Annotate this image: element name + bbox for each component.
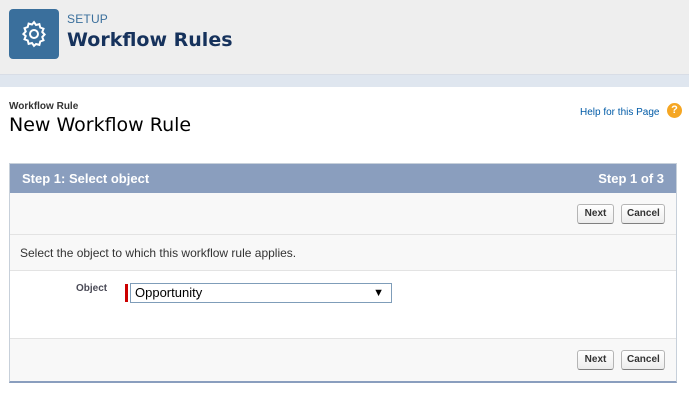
- chevron-down-icon[interactable]: ▼: [373, 284, 384, 302]
- page-type-label: Workflow Rule: [9, 101, 79, 112]
- top-button-row: Next Cancel: [10, 193, 676, 235]
- bottom-button-row: Next Cancel: [10, 339, 676, 382]
- header-band: [0, 75, 689, 87]
- setup-section-label: SETUP: [67, 12, 109, 26]
- step-description: Select the object to which this workflow…: [20, 246, 297, 260]
- page-header-title: Workflow Rules: [67, 29, 233, 51]
- help-icon[interactable]: ?: [667, 103, 682, 118]
- step-panel: Step 1: Select object Step 1 of 3 Next C…: [9, 163, 677, 383]
- step-description-row: Select the object to which this workflow…: [10, 235, 676, 271]
- step-header: Step 1: Select object Step 1 of 3: [10, 164, 676, 193]
- step-title: Step 1: Select object: [22, 171, 150, 186]
- step-progress: Step 1 of 3: [598, 171, 664, 186]
- gear-icon: [9, 9, 59, 59]
- help-link[interactable]: Help for this Page: [580, 107, 660, 118]
- object-select-value: Opportunity: [135, 285, 203, 300]
- object-select[interactable]: Opportunity ▼: [130, 283, 392, 303]
- required-indicator: [125, 284, 128, 302]
- setup-header: SETUP Workflow Rules: [0, 0, 689, 75]
- cancel-button-bottom[interactable]: Cancel: [621, 350, 665, 370]
- cancel-button-top[interactable]: Cancel: [621, 204, 665, 224]
- object-form-row: Object Opportunity ▼: [10, 271, 676, 339]
- page-title: New Workflow Rule: [9, 114, 192, 136]
- next-button-top[interactable]: Next: [577, 204, 614, 224]
- next-button-bottom[interactable]: Next: [577, 350, 614, 370]
- object-field-label: Object: [76, 283, 108, 294]
